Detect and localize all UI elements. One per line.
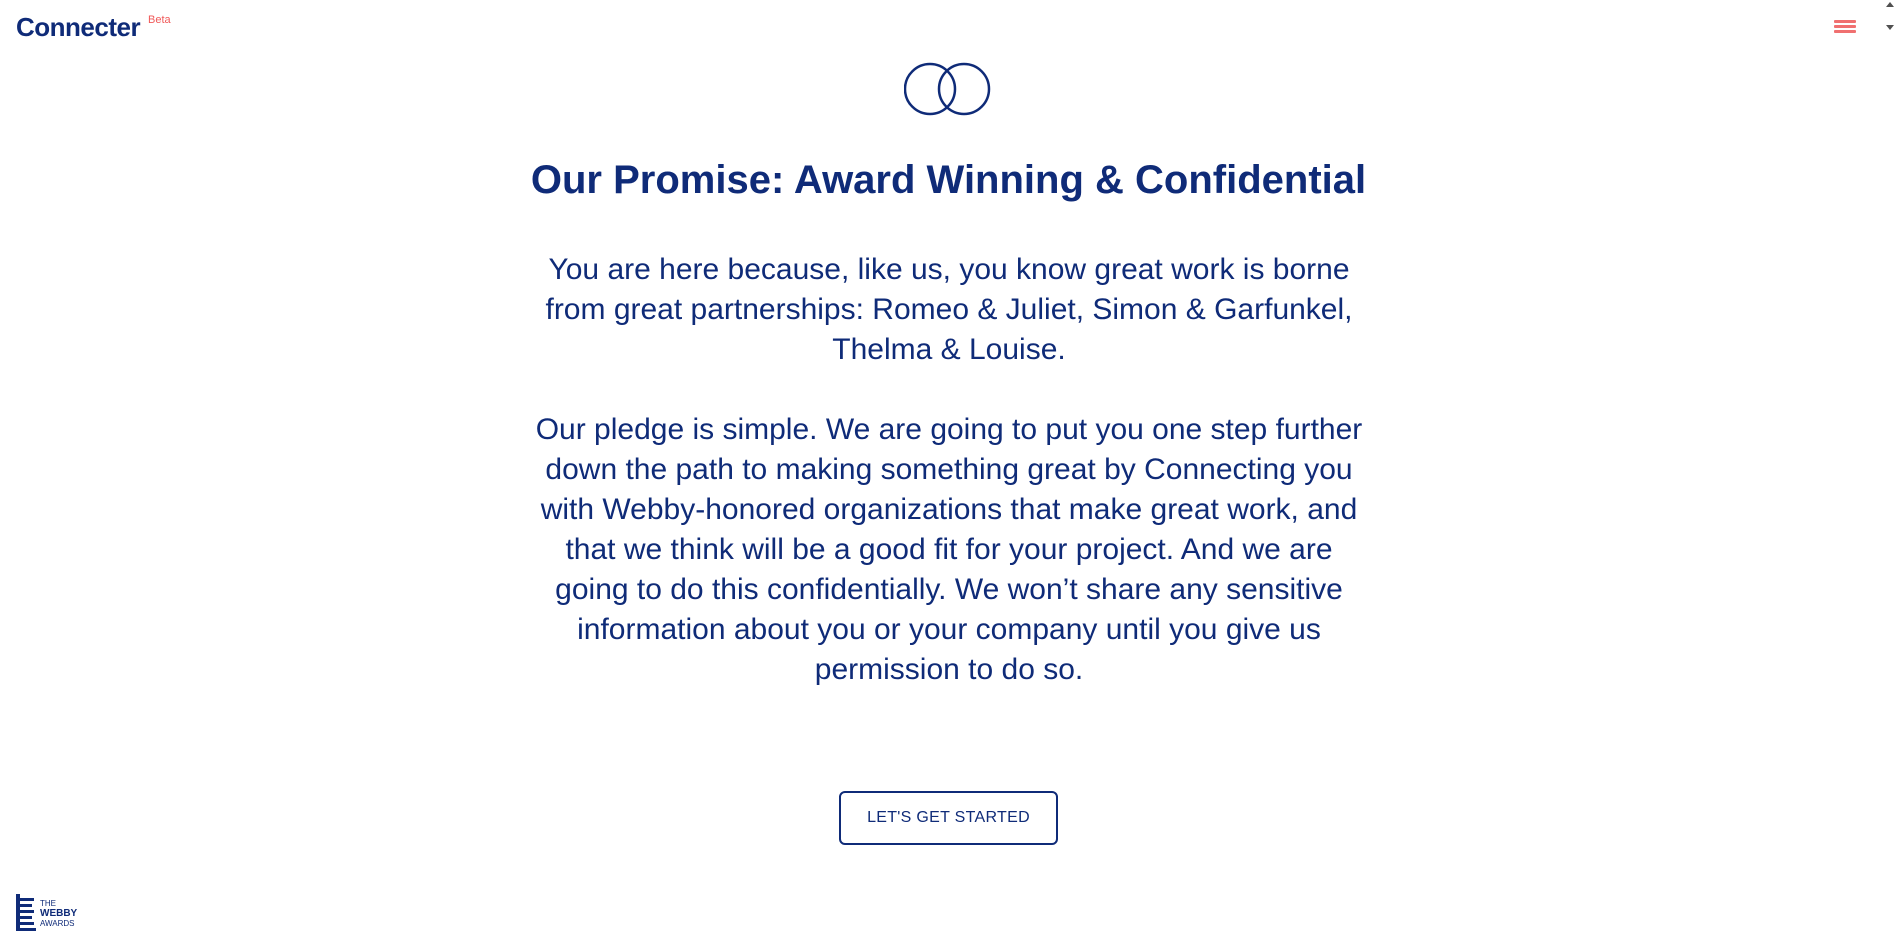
menu-bar <box>1834 20 1856 23</box>
webby-wordmark: THE WEBBY AWARDS <box>40 899 77 929</box>
webby-mark-icon <box>16 894 36 931</box>
menu-bar <box>1834 30 1856 33</box>
scroll-down-arrow-icon[interactable] <box>1886 25 1894 30</box>
intro-paragraph: You are here because, like us, you know … <box>545 253 1353 366</box>
pledge-paragraph: Our pledge is simple. We are going to pu… <box>535 413 1363 686</box>
webby-awards-text: AWARDS <box>40 919 75 928</box>
scrollbar[interactable] <box>1880 0 1897 950</box>
page-title: Our Promise: Award Winning & Confidentia… <box>530 158 1367 202</box>
scroll-up-arrow-icon[interactable] <box>1886 2 1894 7</box>
connecter-logo[interactable]: Connecter <box>16 12 141 43</box>
hamburger-menu-icon[interactable] <box>1834 20 1856 38</box>
menu-bar <box>1834 25 1856 28</box>
interlocking-rings-icon <box>904 62 991 116</box>
page: Connecter Beta Our Promise: Award Winnin… <box>0 0 1897 950</box>
webby-name-text: WEBBY <box>40 908 78 919</box>
webby-awards-logo[interactable]: THE WEBBY AWARDS <box>16 892 86 932</box>
get-started-button[interactable]: LET'S GET STARTED <box>839 791 1058 845</box>
beta-badge: Beta <box>148 14 171 26</box>
